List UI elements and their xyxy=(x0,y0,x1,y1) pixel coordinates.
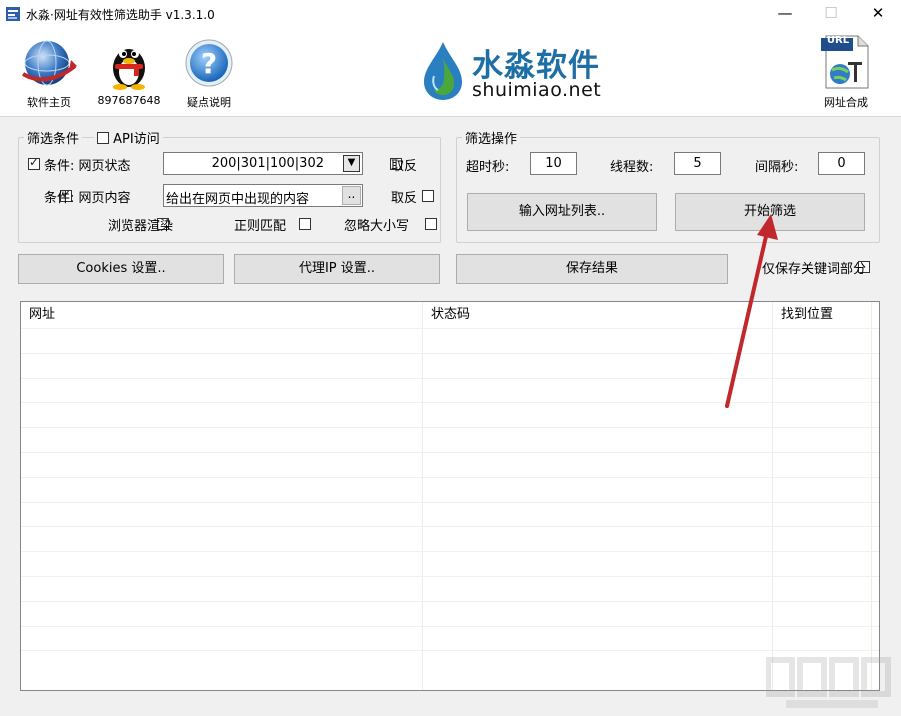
regex-match-label: 正则匹配 xyxy=(234,219,287,234)
brand-en: shuimiao.net xyxy=(472,79,602,101)
annotation-arrow-icon xyxy=(725,214,778,408)
content-condition-label: 条件: 网页内容 xyxy=(44,191,131,206)
status-condition-label: 条件: 网页状态 xyxy=(44,159,131,174)
qq-tool-button[interactable]: 897687648 xyxy=(84,36,174,116)
browser-render-label: 浏览器渲染 xyxy=(108,219,174,234)
regex-match-checkbox[interactable] xyxy=(298,218,311,230)
api-access-option[interactable]: API访问 xyxy=(94,128,163,147)
content-input[interactable]: 给出在网页中出现的内容 .. xyxy=(163,184,363,207)
minimize-button[interactable]: — xyxy=(762,0,808,28)
table-row-line xyxy=(21,501,879,503)
table-row-line xyxy=(21,650,879,652)
dropdown-arrow-icon[interactable]: ▼ xyxy=(343,155,360,172)
url-merge-label: 网址合成 xyxy=(824,96,868,109)
api-access-checkbox[interactable] xyxy=(97,132,109,144)
table-row-line xyxy=(21,551,879,553)
maximize-button[interactable]: ☐ xyxy=(808,0,854,28)
status-condition-checkbox[interactable] xyxy=(28,155,40,170)
status-select[interactable]: 200|301|100|302 ▼ xyxy=(163,152,363,175)
help-tool-button[interactable]: ? 疑点说明 xyxy=(164,36,254,116)
api-access-label: API访问 xyxy=(113,132,160,147)
content-invert-checkbox[interactable] xyxy=(422,190,435,202)
timeout-input[interactable]: 10 xyxy=(530,152,577,175)
column-header-url[interactable]: 网址 xyxy=(21,302,423,328)
help-label: 疑点说明 xyxy=(187,96,231,109)
save-results-button[interactable]: 保存结果 xyxy=(456,254,728,284)
threads-input[interactable]: 5 xyxy=(674,152,721,175)
home-label: 软件主页 xyxy=(27,96,71,109)
table-row-line xyxy=(21,452,879,453)
content-invert-label: 取反 xyxy=(391,191,418,206)
table-row-line xyxy=(21,526,879,528)
threads-label: 线程数: xyxy=(610,160,654,175)
table-row-line xyxy=(21,600,879,602)
column-header-position[interactable]: 找到位置 xyxy=(773,302,873,328)
qq-label: 897687648 xyxy=(97,94,161,107)
watermark-logo xyxy=(765,654,898,712)
water-drop-logo-icon xyxy=(424,42,462,100)
proxy-settings-button[interactable]: 代理IP 设置.. xyxy=(234,254,440,284)
close-button[interactable]: ✕ xyxy=(855,0,901,28)
app-icon xyxy=(6,7,20,21)
filter-ops-legend: 筛选操作 xyxy=(462,128,521,147)
column-divider xyxy=(422,302,423,690)
ignore-case-label: 忽略大小写 xyxy=(344,219,410,234)
globe-icon xyxy=(21,40,77,86)
window-title: 水淼·网址有效性筛选助手 v1.3.1.0 xyxy=(26,8,215,22)
svg-text:?: ? xyxy=(201,47,217,80)
status-invert-label: 取反 xyxy=(391,159,418,174)
url-badge-text: URL xyxy=(826,35,850,46)
cookies-settings-button[interactable]: Cookies 设置.. xyxy=(18,254,224,284)
timeout-label: 超时秒: xyxy=(466,160,510,175)
table-row-line xyxy=(21,427,879,429)
content-input-value: 给出在网页中出现的内容 xyxy=(166,192,310,207)
interval-input[interactable]: 0 xyxy=(818,152,865,175)
table-row-line xyxy=(21,476,879,478)
table-row-line xyxy=(21,625,879,627)
interval-label: 间隔秒: xyxy=(755,160,799,175)
ignore-case-checkbox[interactable] xyxy=(424,218,437,230)
qq-penguin-icon xyxy=(113,49,145,90)
content-browse-button[interactable]: .. xyxy=(342,186,361,205)
column-divider xyxy=(871,302,872,690)
filter-conditions-legend: 筛选条件 xyxy=(24,128,83,147)
url-merge-tool-button[interactable]: URL 网址合成 xyxy=(806,30,886,116)
table-row-line xyxy=(21,576,879,577)
question-icon: ? xyxy=(185,39,233,87)
status-select-value: 200|301|100|302 xyxy=(211,156,324,171)
home-tool-button[interactable]: 软件主页 xyxy=(4,36,94,116)
input-url-list-button[interactable]: 输入网址列表.. xyxy=(467,193,657,231)
